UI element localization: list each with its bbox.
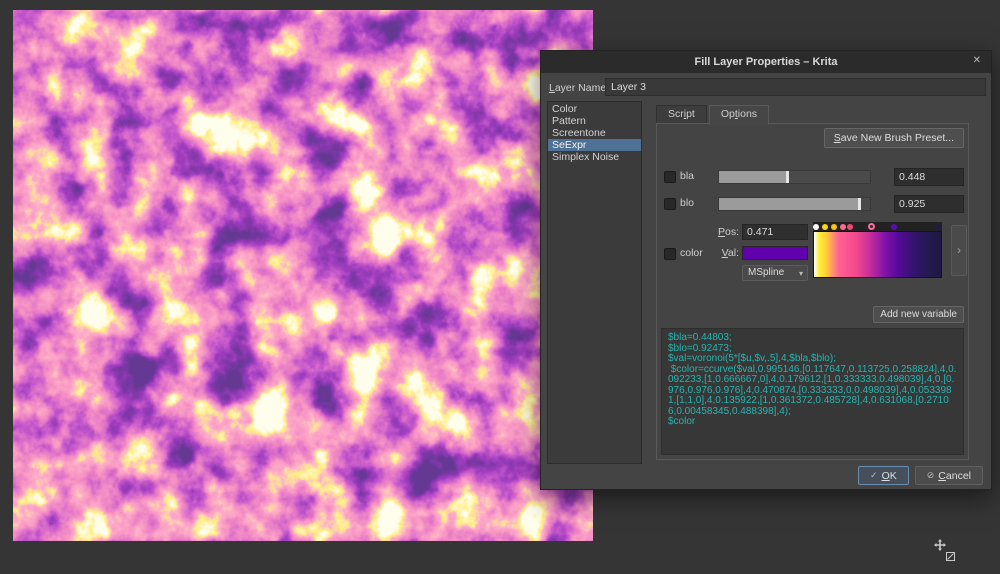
blo-checkbox[interactable] [664, 198, 676, 210]
next-stop-button[interactable]: › [951, 225, 967, 276]
interpolation-dropdown[interactable]: MSpline ▾ [742, 265, 808, 281]
cancel-label: Cancel [938, 470, 971, 482]
blo-label: blo [680, 197, 694, 209]
variable-row-bla: bla 0.448 [657, 168, 968, 188]
list-item-screentone[interactable]: Screentone [548, 127, 641, 139]
dialog-titlebar[interactable]: Fill Layer Properties – Krita ✕ [541, 51, 991, 73]
close-icon[interactable]: ✕ [973, 55, 981, 66]
color-variable-block: color Pos: 0.471 Val: MSpline ▾ › [657, 222, 968, 284]
cancel-button[interactable]: ⊘ Cancel [915, 466, 983, 485]
list-item-seexpr[interactable]: SeExpr [548, 139, 641, 151]
slider-fill [719, 171, 787, 183]
dialog-footer: ✓ OK ⊘ Cancel [858, 466, 983, 485]
color-swatch[interactable] [742, 246, 808, 260]
gradient-stop[interactable] [840, 224, 846, 230]
fill-layer-properties-dialog: Fill Layer Properties – Krita ✕ Layer Na… [540, 50, 992, 490]
pos-label: Pos: [695, 226, 739, 238]
pos-value-field[interactable]: 0.471 [742, 224, 808, 240]
check-icon: ✓ [870, 470, 878, 481]
ok-label: OK [882, 470, 897, 482]
interpolation-value: MSpline [748, 267, 784, 278]
list-item-color[interactable]: Color [548, 103, 641, 115]
bla-value-field[interactable]: 0.448 [894, 168, 964, 186]
gradient-stop[interactable] [891, 224, 897, 230]
tab-options[interactable]: Options [709, 105, 769, 125]
gradient-stop[interactable] [935, 224, 941, 230]
script-code: $bla=0.44803; $blo=0.92473; $val=voronoi… [668, 333, 957, 428]
gradient-widget[interactable] [813, 222, 942, 278]
script-preview[interactable]: $bla=0.44803; $blo=0.92473; $val=voronoi… [661, 328, 964, 455]
gradient-preview[interactable] [813, 231, 942, 278]
list-item-pattern[interactable]: Pattern [548, 115, 641, 127]
save-brush-preset-button[interactable]: Save New Brush Preset... [824, 128, 964, 148]
slider-handle[interactable] [858, 198, 861, 210]
ok-button[interactable]: ✓ OK [858, 466, 909, 485]
gradient-stop[interactable] [831, 224, 837, 230]
cancel-circle-icon: ⊘ [927, 470, 935, 481]
gradient-stops-strip[interactable] [813, 222, 942, 231]
bla-slider[interactable] [718, 170, 871, 184]
val-label: Val: [695, 247, 739, 259]
list-item-simplex-noise[interactable]: Simplex Noise [548, 151, 641, 163]
gradient-stop[interactable] [822, 224, 828, 230]
gradient-stop[interactable] [868, 223, 875, 230]
tab-bar: Script Options [656, 105, 771, 124]
gradient-stop[interactable] [813, 224, 819, 230]
chevron-down-icon: ▾ [799, 266, 803, 281]
bla-label: bla [680, 170, 694, 182]
slider-fill [719, 198, 859, 210]
generator-list[interactable]: ColorPatternScreentoneSeExprSimplex Nois… [547, 101, 642, 464]
color-checkbox[interactable] [664, 248, 676, 260]
slider-handle[interactable] [786, 171, 789, 183]
layer-name-label: Layer Name: [549, 82, 609, 94]
blo-value-field[interactable]: 0.925 [894, 195, 964, 213]
variable-row-blo: blo 0.925 [657, 195, 968, 215]
add-new-variable-button[interactable]: Add new variable [873, 306, 964, 323]
dialog-title: Fill Layer Properties – Krita [694, 56, 837, 68]
canvas-image[interactable] [13, 10, 593, 541]
bla-checkbox[interactable] [664, 171, 676, 183]
transform-cursor-icon [945, 549, 956, 560]
gradient-stop[interactable] [847, 224, 853, 230]
tab-script[interactable]: Script [656, 105, 707, 124]
blo-slider[interactable] [718, 197, 871, 211]
layer-name-input[interactable] [605, 78, 986, 96]
options-panel: Save New Brush Preset... bla 0.448 blo 0.92… [656, 123, 969, 460]
